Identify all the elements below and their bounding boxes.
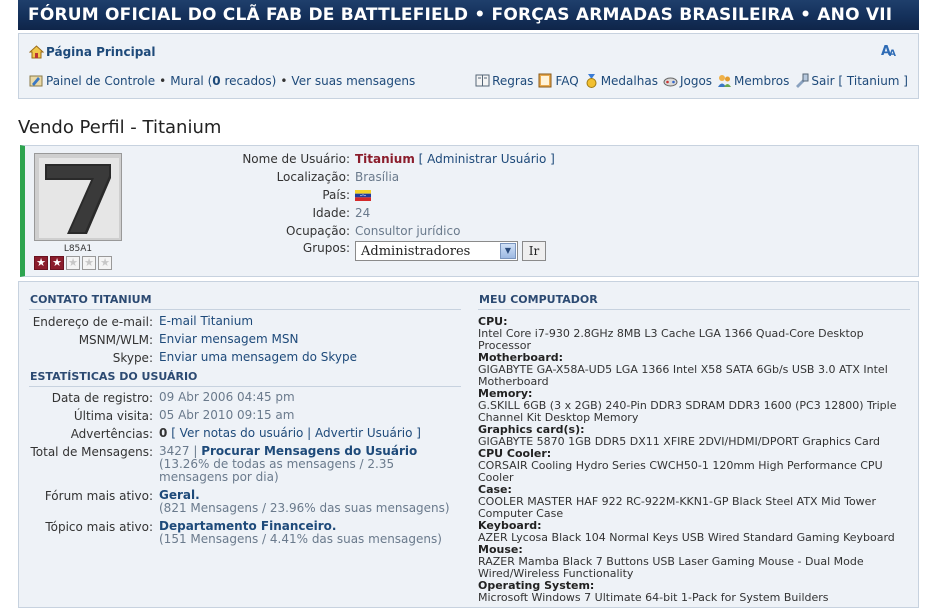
- medals-link[interactable]: Medalhas: [584, 73, 658, 88]
- control-panel-link[interactable]: Painel de Controle: [46, 74, 155, 88]
- home-link-label: Página Principal: [46, 44, 156, 59]
- avatar: [34, 153, 122, 241]
- page-title: Vendo Perfil - Titanium: [18, 117, 222, 138]
- active-forum-detail: (821 Mensagens / 23.96% das suas mensage…: [159, 501, 450, 515]
- rank-stars: ★ ★ ★ ★ ★: [34, 256, 114, 270]
- profile-summary: L85A1 ★ ★ ★ ★ ★ Nome de Usuário: Titaniu…: [20, 145, 919, 277]
- admin-user-link[interactable]: [ Administrar Usuário ]: [419, 152, 555, 166]
- warnings-count: 0: [159, 426, 168, 440]
- registered-value: 09 Abr 2006 04:45 pm: [159, 390, 295, 404]
- home-link[interactable]: Página Principal: [28, 44, 156, 59]
- spec-value: Intel Core i7-930 2.8GHz 8MB L3 Cache LG…: [478, 327, 864, 352]
- spec-value: G.SKILL 6GB (3 x 2GB) 240-Pin DDR3 SDRAM…: [478, 399, 897, 424]
- username-row: Nome de Usuário: Titanium [ Administrar …: [242, 152, 555, 166]
- last-visit-row: Última visita: 05 Abr 2010 09:15 am: [19, 408, 459, 424]
- total-count: 3427: [159, 444, 190, 458]
- mural-link[interactable]: Mural (0 recados): [170, 74, 276, 88]
- control-panel-icon: [29, 73, 44, 88]
- divider: [29, 309, 461, 310]
- groups-select[interactable]: Administradores ▼: [355, 241, 518, 261]
- msn-link[interactable]: Enviar mensagem MSN: [159, 332, 298, 346]
- total-detail: (13.26% de todas as mensagens / 2.35 men…: [159, 457, 395, 484]
- search-user-messages-link[interactable]: Procurar Mensagens do Usuário: [201, 444, 417, 458]
- msn-row: MSNM/WLM: Enviar mensagem MSN: [78, 332, 299, 348]
- groups-row: Grupos: Administradores ▼ Ir: [175, 241, 875, 263]
- active-forum-row: Fórum mais ativo: Geral. (821 Mensagens …: [44, 488, 450, 515]
- email-link[interactable]: E-mail Titanium: [159, 314, 253, 328]
- email-row: Endereço de e-mail: E-mail Titanium: [32, 314, 254, 330]
- active-forum-link[interactable]: Geral.: [159, 488, 200, 502]
- svg-text:A: A: [889, 49, 896, 58]
- games-icon: [663, 73, 678, 88]
- location-value: Brasília: [355, 170, 400, 184]
- rules-icon: [475, 73, 490, 88]
- site-nav-links: Regras FAQ Medalhas Jogos Membros Sair […: [470, 73, 908, 88]
- spec-value: Microsoft Windows 7 Ultimate 64-bit 1-Pa…: [478, 591, 829, 604]
- members-icon: [717, 73, 732, 88]
- venezuela-flag-icon: [355, 189, 371, 201]
- font-size-icon[interactable]: AA: [880, 42, 898, 61]
- star-icon: ★: [50, 256, 64, 270]
- location-row: Localização: Brasília: [276, 170, 400, 184]
- divider: [29, 386, 461, 387]
- star-icon: ★: [82, 256, 96, 270]
- stats-section-title: ESTATÍSTICAS DO USUÁRIO: [30, 370, 198, 383]
- star-icon: ★: [66, 256, 80, 270]
- spec-value: COOLER MASTER HAF 922 RC-922M-KKN1-GP Bl…: [478, 495, 876, 520]
- logout-link[interactable]: Sair [ Titanium ]: [794, 73, 908, 88]
- country-row: País:: [175, 186, 875, 204]
- forum-banner[interactable]: FÓRUM OFICIAL DO CLÃ FAB DE BATTLEFIELD …: [18, 0, 919, 30]
- username: Titanium: [355, 152, 415, 166]
- skype-link[interactable]: Enviar uma mensagem do Skype: [159, 350, 357, 364]
- chevron-down-icon: ▼: [500, 243, 516, 259]
- rules-link[interactable]: Regras: [475, 73, 533, 88]
- star-icon: ★: [34, 256, 48, 270]
- user-nav-links: Painel de Controle • Mural (0 recados) •…: [29, 73, 415, 88]
- logout-icon: [794, 73, 809, 88]
- last-visit-value: 05 Abr 2010 09:15 am: [159, 408, 295, 422]
- faq-link[interactable]: FAQ: [538, 73, 579, 88]
- occupation-value: Consultor jurídico: [355, 224, 461, 238]
- spec-value: GIGABYTE GA-X58A-UD5 LGA 1366 Intel X58 …: [478, 363, 888, 388]
- computer-specs: CPU: Intel Core i7-930 2.8GHz 8MB L3 Cac…: [478, 316, 908, 604]
- mural-count: 0: [212, 73, 221, 88]
- spec-value: RAZER Mamba Black 7 Buttons USB Laser Ga…: [478, 555, 864, 580]
- contact-section-title: CONTATO TITANIUM: [30, 293, 152, 306]
- home-icon: [28, 44, 45, 59]
- banner-title: FÓRUM OFICIAL DO CLÃ FAB DE BATTLEFIELD …: [28, 5, 893, 25]
- occupation-row: Ocupação: Consultor jurídico: [286, 224, 461, 238]
- divider: [478, 309, 910, 310]
- registered-row: Data de registro: 09 Abr 2006 04:45 pm: [19, 390, 459, 406]
- active-topic-link[interactable]: Departamento Financeiro.: [159, 519, 336, 533]
- age-row: Idade: 24: [312, 206, 371, 220]
- computer-section-title: MEU COMPUTADOR: [479, 293, 598, 306]
- spec-value: CORSAIR Cooling Hydro Series CWCH50-1 12…: [478, 459, 883, 484]
- warnings-links[interactable]: [ Ver notas do usuário | Advertir Usuári…: [171, 426, 421, 440]
- view-messages-link[interactable]: Ver suas mensagens: [291, 74, 415, 88]
- active-topic-detail: (151 Mensagens / 4.41% das suas mensagen…: [159, 532, 442, 546]
- warnings-row: Advertências: 0 [ Ver notas do usuário |…: [70, 426, 421, 442]
- skype-row: Skype: Enviar uma mensagem do Skype: [112, 350, 357, 366]
- navigation-bar: Página Principal AA Painel de Controle •…: [18, 33, 919, 99]
- faq-icon: [538, 73, 553, 88]
- spec-value: AZER Lycosa Black 104 Normal Keys USB Wi…: [478, 531, 895, 544]
- total-messages-row: Total de Mensagens: 3427 | Procurar Mens…: [30, 444, 418, 484]
- games-link[interactable]: Jogos: [663, 73, 712, 88]
- profile-details: CONTATO TITANIUM Endereço de e-mail: E-m…: [18, 281, 919, 608]
- members-link[interactable]: Membros: [717, 73, 789, 88]
- active-topic-row: Tópico mais ativo: Departamento Financei…: [45, 519, 442, 546]
- star-icon: ★: [98, 256, 112, 270]
- medal-icon: [584, 73, 599, 88]
- avatar-caption: L85A1: [63, 244, 93, 254]
- go-button[interactable]: Ir: [522, 241, 546, 261]
- age-value: 24: [355, 206, 371, 220]
